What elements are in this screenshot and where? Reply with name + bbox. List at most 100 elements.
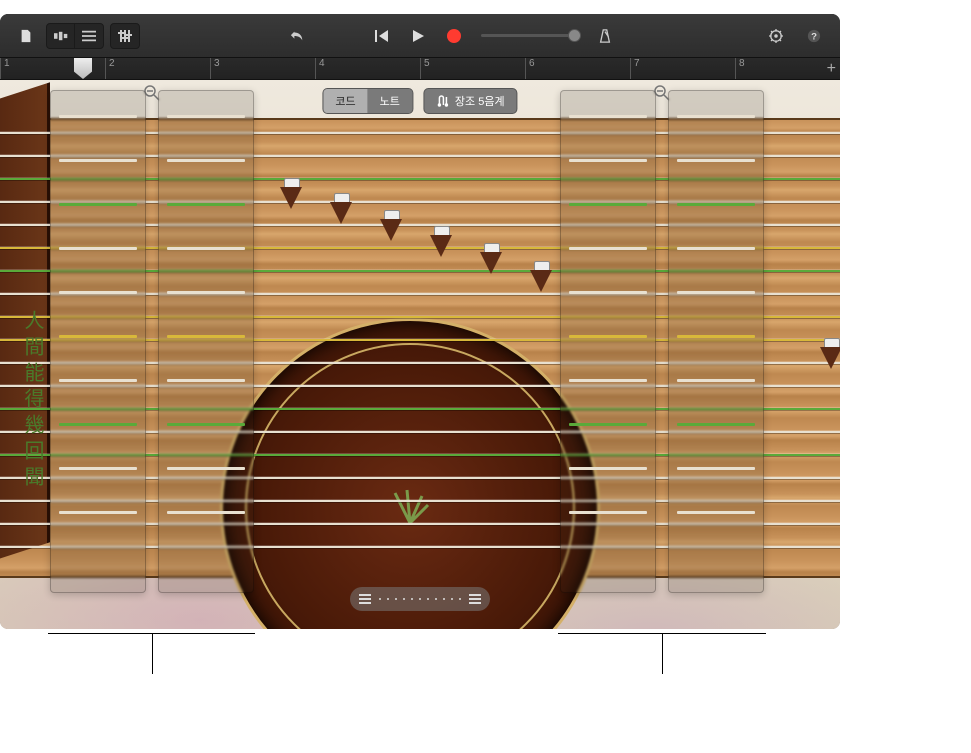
zoom-string[interactable] (677, 115, 755, 118)
undo-button[interactable] (283, 24, 311, 48)
zoom-string[interactable] (677, 203, 755, 206)
help-icon: ? (807, 29, 821, 43)
zoom-string[interactable] (167, 335, 245, 338)
tremolo-dots (378, 598, 462, 600)
zoom-panel-left (50, 90, 254, 593)
zoom-string[interactable] (569, 159, 647, 162)
scale-icon (436, 95, 450, 107)
zoom-string[interactable] (677, 291, 755, 294)
zoom-string[interactable] (59, 115, 137, 118)
note-mode-button[interactable]: 노트 (368, 89, 412, 113)
zoom-string[interactable] (167, 247, 245, 250)
zoom-string[interactable] (569, 247, 647, 250)
bridge (820, 338, 840, 372)
document-icon (19, 29, 33, 43)
zoom-string[interactable] (59, 423, 137, 426)
volume-knob[interactable] (568, 29, 581, 42)
zoom-string[interactable] (167, 291, 245, 294)
browser-icon (54, 29, 68, 43)
bridge (530, 261, 552, 295)
bridge (330, 193, 352, 227)
bridge (430, 226, 452, 260)
help-button[interactable]: ? (800, 24, 828, 48)
ruler-tick: 6 (525, 58, 630, 79)
metronome-button[interactable] (591, 24, 619, 48)
record-button[interactable] (437, 24, 471, 48)
add-section-button[interactable]: + (827, 60, 836, 78)
scale-button[interactable]: 장조 5음계 (423, 88, 518, 114)
zoom-column[interactable] (158, 90, 254, 593)
zoom-string[interactable] (569, 291, 647, 294)
zoom-string[interactable] (677, 247, 755, 250)
app-window: ? 1 2 3 4 5 6 7 8 + (0, 14, 840, 629)
zoom-string[interactable] (167, 423, 245, 426)
zoom-string[interactable] (59, 291, 137, 294)
go-to-start-button[interactable] (365, 24, 399, 48)
zoom-column[interactable] (560, 90, 656, 593)
zoom-string[interactable] (677, 159, 755, 162)
ruler-tick: 5 (420, 58, 525, 79)
instrument-area: 人間能得幾回聞 코드 노트 장조 5음계 (0, 80, 840, 629)
sliders-icon (118, 29, 132, 43)
my-songs-button[interactable] (12, 24, 40, 48)
timeline-ruler[interactable]: 1 2 3 4 5 6 7 8 + (0, 58, 840, 80)
record-icon (447, 29, 461, 43)
zoom-string[interactable] (569, 203, 647, 206)
chord-note-segment: 코드 노트 (322, 88, 413, 114)
ruler-tick: 8 (735, 58, 840, 79)
callout-bracket-left (48, 633, 255, 634)
zoom-string[interactable] (167, 203, 245, 206)
svg-text:?: ? (811, 31, 817, 42)
tremolo-right-icon (468, 592, 482, 606)
tremolo-left-icon (358, 592, 372, 606)
zoom-string[interactable] (59, 247, 137, 250)
scale-label: 장조 5음계 (455, 93, 505, 109)
zoom-string[interactable] (167, 379, 245, 382)
zoom-string[interactable] (569, 423, 647, 426)
zoom-string[interactable] (59, 159, 137, 162)
volume-slider[interactable] (481, 34, 581, 37)
zoom-string[interactable] (677, 379, 755, 382)
zoom-string[interactable] (569, 467, 647, 470)
toolbar-right: ? (762, 24, 828, 48)
zoom-string[interactable] (59, 379, 137, 382)
zoom-string[interactable] (59, 511, 137, 514)
zoom-string[interactable] (167, 511, 245, 514)
toolbar: ? (0, 14, 840, 58)
play-button[interactable] (401, 24, 435, 48)
rewind-icon (375, 29, 389, 43)
zoom-panel-right (560, 90, 764, 593)
zoom-string[interactable] (167, 159, 245, 162)
play-icon (411, 29, 425, 43)
chord-mode-button[interactable]: 코드 (323, 89, 367, 113)
ruler-tick: 1 (0, 58, 105, 79)
browser-button[interactable] (47, 24, 75, 48)
zoom-string[interactable] (59, 467, 137, 470)
zoom-string[interactable] (167, 467, 245, 470)
gear-icon (769, 29, 783, 43)
zoom-string[interactable] (677, 467, 755, 470)
zoom-string[interactable] (167, 115, 245, 118)
zoom-string[interactable] (59, 203, 137, 206)
zoom-column[interactable] (50, 90, 146, 593)
tracks-button[interactable] (75, 24, 103, 48)
zoom-string[interactable] (569, 115, 647, 118)
ruler-tick: 2 (105, 58, 210, 79)
zoom-string[interactable] (569, 379, 647, 382)
metronome-icon (598, 29, 612, 43)
zoom-string[interactable] (59, 335, 137, 338)
zoom-string[interactable] (569, 511, 647, 514)
zoom-column[interactable] (668, 90, 764, 593)
tremolo-control[interactable] (350, 587, 490, 611)
settings-button[interactable] (762, 24, 790, 48)
mixer-button[interactable] (111, 24, 139, 48)
ruler-tick: 4 (315, 58, 420, 79)
bridge (480, 243, 502, 277)
transport (365, 24, 471, 48)
zoom-string[interactable] (677, 511, 755, 514)
zoom-string[interactable] (677, 335, 755, 338)
mode-bar: 코드 노트 장조 5음계 (322, 88, 517, 114)
zoom-string[interactable] (677, 423, 755, 426)
zoom-string[interactable] (569, 335, 647, 338)
toolbar-left (12, 23, 140, 49)
